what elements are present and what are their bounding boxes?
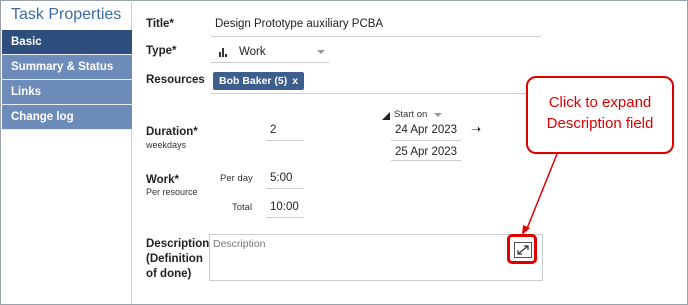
- annotation-callout: Click to expand Description field: [526, 76, 674, 154]
- callout-line2: Description field: [546, 115, 654, 132]
- callout-line1: Click to expand: [548, 94, 652, 111]
- expand-highlight-box: [507, 234, 537, 264]
- task-properties-dialog: Task Properties Basic Summary & Status L…: [0, 0, 688, 305]
